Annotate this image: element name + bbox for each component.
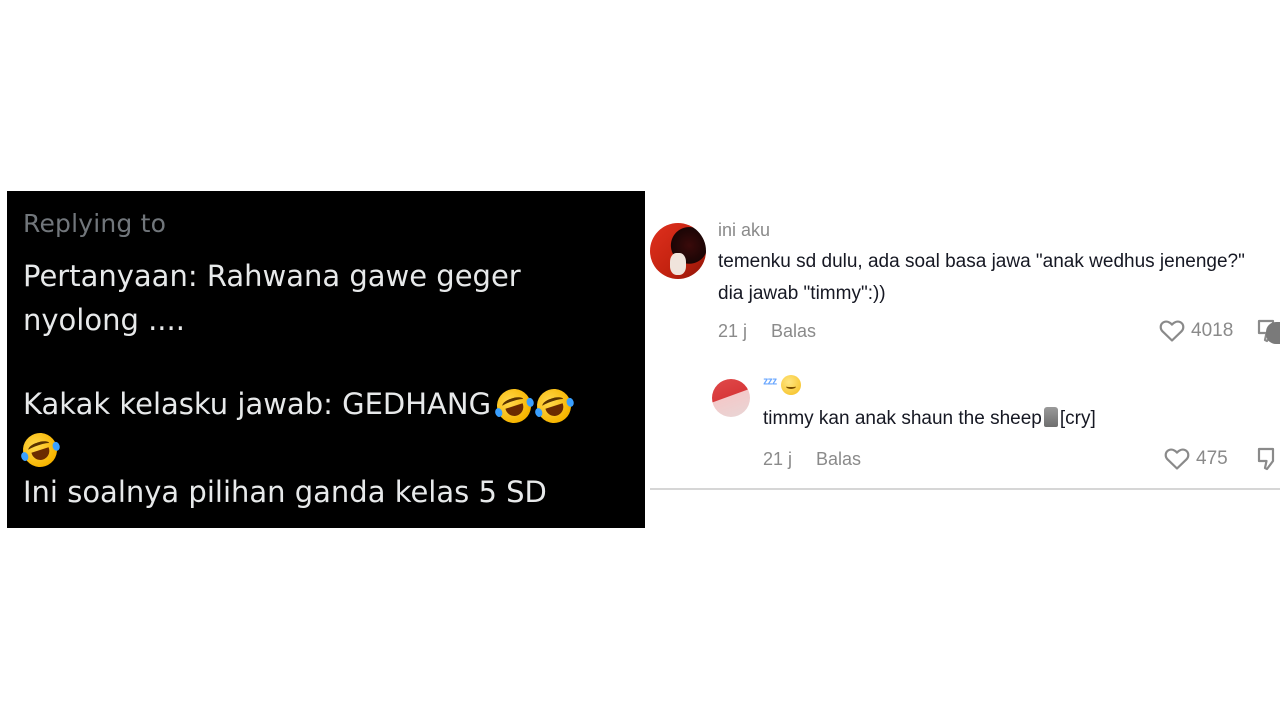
like-button[interactable]: 4018 (1159, 319, 1233, 343)
comment-text-main: timmy kan anak shaun the sheep (763, 408, 1042, 429)
sleeping-face-icon (780, 375, 801, 395)
screenshot-composite: Replying to Pertanyaan: Rahwana gawe geg… (0, 0, 1280, 720)
comment-text: dia jawab "timmy":)) (718, 283, 886, 304)
reply-button[interactable]: Balas (771, 321, 816, 341)
comment-timestamp: 21 j (763, 449, 793, 469)
laughing-emoji-icon (18, 428, 62, 472)
like-count: 475 (1196, 448, 1228, 469)
comment-username[interactable]: ᶻᶻᶻ (763, 375, 801, 395)
comment-meta: 21 j Balas (718, 321, 816, 342)
reply-button[interactable]: Balas (816, 449, 861, 469)
replying-to-label[interactable]: Replying to (23, 209, 629, 238)
heart-icon (1159, 320, 1185, 342)
emoji-group (492, 384, 576, 428)
scroll-handle[interactable] (1266, 322, 1280, 344)
comment-username[interactable]: ini aku (718, 220, 770, 241)
like-button[interactable]: 475 (1164, 447, 1228, 471)
like-count: 4018 (1191, 320, 1234, 341)
laughing-emoji-icon (492, 384, 536, 428)
comment-meta: 21 j Balas (763, 449, 861, 470)
heart-icon (1164, 448, 1190, 470)
tweet-card: Replying to Pertanyaan: Rahwana gawe geg… (7, 191, 645, 528)
thread-divider (650, 488, 1280, 490)
tweet-text-line: Kakak kelasku jawab: GEDHANG (23, 382, 629, 428)
cry-sticker-label: [cry] (1059, 408, 1096, 429)
comment-text: temenku sd dulu, ada soal basa jawa "ana… (718, 251, 1245, 272)
avatar[interactable] (712, 379, 750, 417)
laughing-emoji-icon (532, 384, 576, 428)
dislike-icon[interactable] (1256, 446, 1280, 472)
zzz-icon: ᶻᶻᶻ (763, 375, 777, 392)
tweet-text-line: Pertanyaan: Rahwana gawe geger (23, 259, 521, 293)
tweet-text-line (18, 426, 629, 472)
moai-icon (1043, 407, 1058, 427)
tweet-answer-text: Kakak kelasku jawab: GEDHANG (23, 387, 492, 421)
comment-timestamp: 21 j (718, 321, 748, 341)
comment-text: timmy kan anak shaun the sheep [cry] (763, 404, 1096, 434)
tweet-text-line: Ini soalnya pilihan ganda kelas 5 SD (23, 475, 547, 509)
tweet-text-line: nyolong .... (23, 303, 185, 337)
avatar[interactable] (650, 223, 706, 279)
